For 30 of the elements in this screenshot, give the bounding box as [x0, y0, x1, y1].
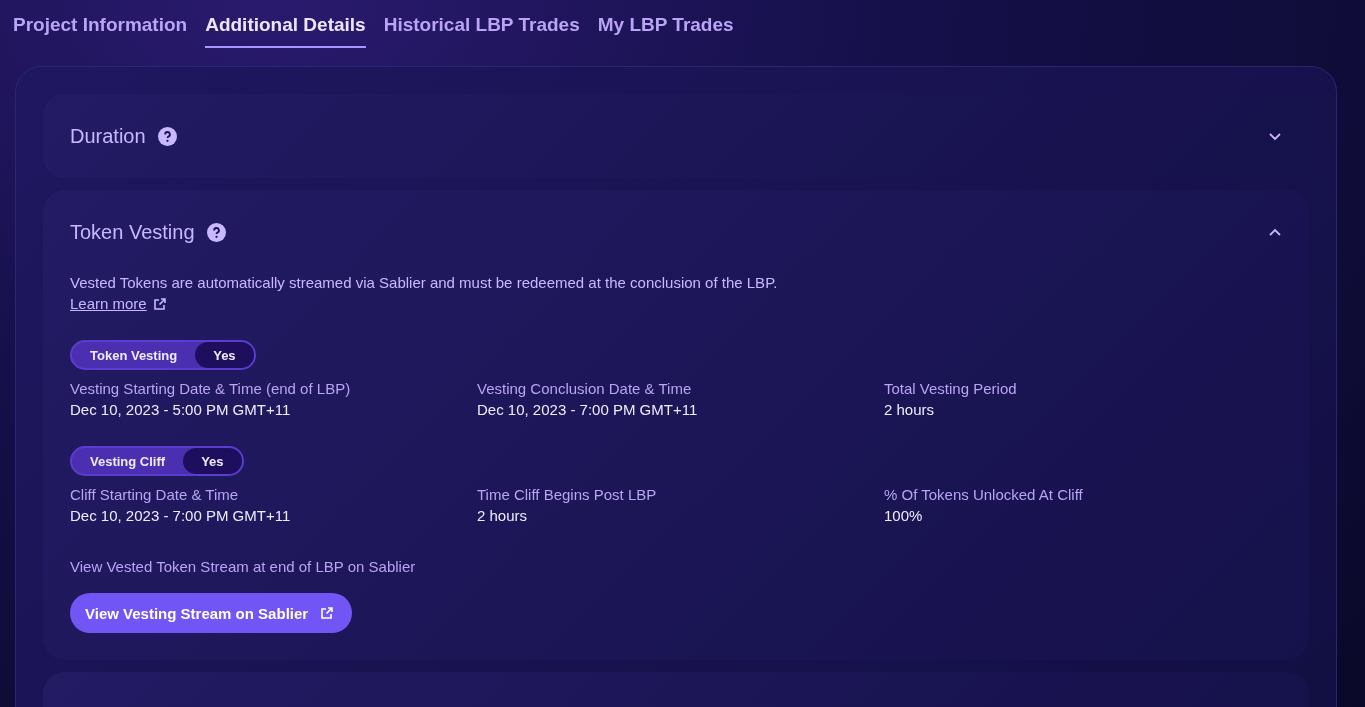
- field-value: Dec 10, 2023 - 7:00 PM GMT+11: [70, 507, 292, 524]
- field-label: % Of Tokens Unlocked At Cliff: [884, 486, 1084, 503]
- tab[interactable]: Project Information: [13, 14, 188, 48]
- external-link-icon: [152, 296, 167, 311]
- field-label: Vesting Starting Date & Time (end of LBP): [70, 380, 352, 397]
- field-value: 2 hours: [884, 401, 936, 418]
- stream-note: View Vested Token Stream at end of LBP on Sablier: [70, 558, 417, 575]
- help-icon[interactable]: [206, 222, 226, 242]
- field-label: Total Vesting Period: [884, 380, 1018, 397]
- field-label: Time Cliff Begins Post LBP: [477, 486, 658, 503]
- tab[interactable]: Historical LBP Trades: [383, 14, 580, 48]
- field-value: 100%: [884, 507, 924, 524]
- tab[interactable]: Additional Details: [205, 14, 366, 48]
- section-title: Duration: [70, 124, 146, 148]
- toggle-pill: Token Vesting Yes: [70, 340, 256, 370]
- toggle-pill: Vesting Cliff Yes: [70, 446, 244, 476]
- view-stream-button[interactable]: View Vesting Stream on Sablier: [70, 593, 353, 633]
- tab[interactable]: My LBP Trades: [597, 14, 734, 48]
- help-icon[interactable]: [157, 126, 177, 146]
- section-title: Token Vesting: [70, 220, 195, 244]
- external-link-icon: [320, 606, 335, 620]
- learn-more-link[interactable]: Learn more: [70, 295, 167, 312]
- description-text: Vested Tokens are automatically streamed via Sablier and must be redeemed at the conclusion of the LBP.: [70, 274, 779, 291]
- field-label: Vesting Conclusion Date & Time: [477, 380, 693, 397]
- field-label: Cliff Starting Date & Time: [70, 486, 240, 503]
- toggle-value: Yes: [195, 342, 254, 368]
- toggle-value: Yes: [183, 448, 242, 474]
- field-value: 2 hours: [477, 507, 529, 524]
- field-value: Dec 10, 2023 - 7:00 PM GMT+11: [477, 401, 699, 418]
- field-value: Dec 10, 2023 - 5:00 PM GMT+11: [70, 401, 292, 418]
